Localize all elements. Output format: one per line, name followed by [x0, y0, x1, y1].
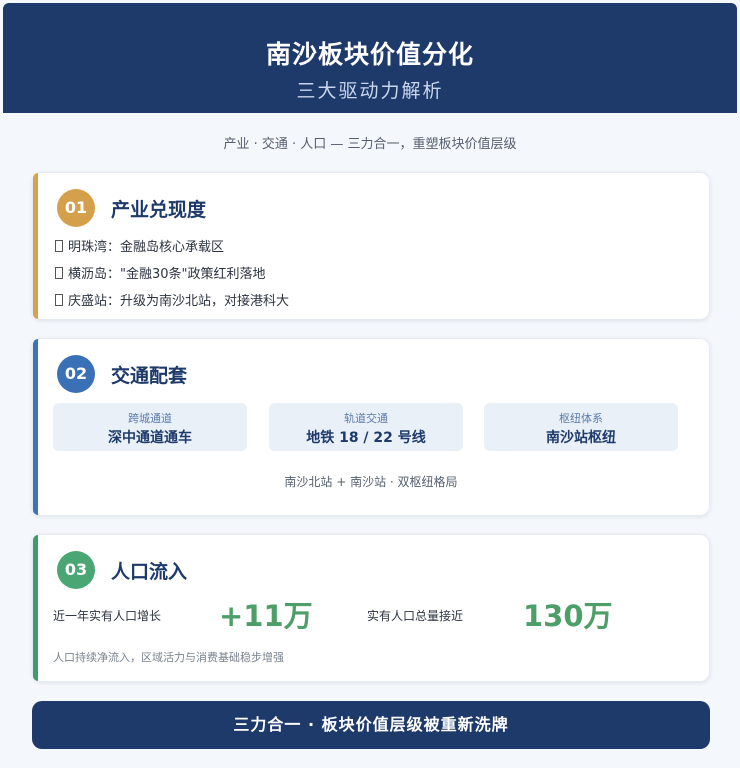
- card-title: 交通配套: [111, 365, 188, 387]
- tile-value: 深中通道通车: [108, 430, 192, 446]
- transport-card: 02 交通配套 跨城通道 深中通道通车 轨道交通 地铁 18 / 22 号线 枢…: [32, 338, 710, 516]
- list-item: 横沥岛："金融30条"政策红利落地: [55, 263, 266, 282]
- number-badge: 01: [57, 189, 95, 227]
- accent-bar: [33, 173, 38, 319]
- tile-value: 南沙站枢纽: [546, 430, 616, 446]
- transport-tile: 跨城通道 深中通道通车: [53, 403, 247, 451]
- bullet-icon: [55, 294, 63, 306]
- tile-value: 地铁 18 / 22 号线: [306, 430, 426, 446]
- bullet-icon: [55, 267, 63, 279]
- industry-card: 01 产业兑现度 明珠湾：金融岛核心承载区 横沥岛："金融30条"政策红利落地 …: [32, 172, 710, 320]
- summary-banner: 三力合一 · 板块价值层级被重新洗牌: [32, 701, 710, 749]
- bullet-icon: [55, 240, 63, 252]
- card-title: 产业兑现度: [111, 199, 207, 221]
- card-note: 南沙北站 + 南沙站 · 双枢纽格局: [284, 475, 458, 489]
- accent-bar: [33, 535, 38, 681]
- page-subtitle: 三大驱动力解析: [296, 80, 444, 102]
- tile-label: 轨道交通: [344, 412, 388, 425]
- transport-tile: 枢纽体系 南沙站枢纽: [484, 403, 678, 451]
- stat-label: 近一年实有人口增长: [53, 609, 162, 623]
- stat-label: 实有人口总量接近: [367, 609, 464, 623]
- stat-value: +11万: [219, 599, 313, 633]
- page-header: 南沙板块价值分化 三大驱动力解析: [3, 3, 737, 113]
- number-badge: 02: [57, 355, 95, 393]
- stat-value: 130万: [523, 599, 613, 633]
- tile-label: 跨城通道: [128, 412, 172, 425]
- page-title: 南沙板块价值分化: [265, 40, 474, 69]
- list-item: 明珠湾：金融岛核心承载区: [55, 236, 224, 255]
- tile-label: 枢纽体系: [559, 412, 603, 425]
- number-badge: 03: [57, 551, 95, 589]
- card-title: 人口流入: [111, 561, 188, 583]
- list-item: 庆盛站：升级为南沙北站，对接港科大: [55, 290, 289, 309]
- population-card: 03 人口流入 近一年实有人口增长 +11万 实有人口总量接近 130万 人口持…: [32, 534, 710, 682]
- transport-tile: 轨道交通 地铁 18 / 22 号线: [269, 403, 463, 451]
- card-note: 人口持续净流入，区域活力与消费基础稳步增强: [53, 651, 284, 664]
- tagline: 产业 · 交通 · 人口 — 三力合一，重塑板块价值层级: [223, 137, 517, 152]
